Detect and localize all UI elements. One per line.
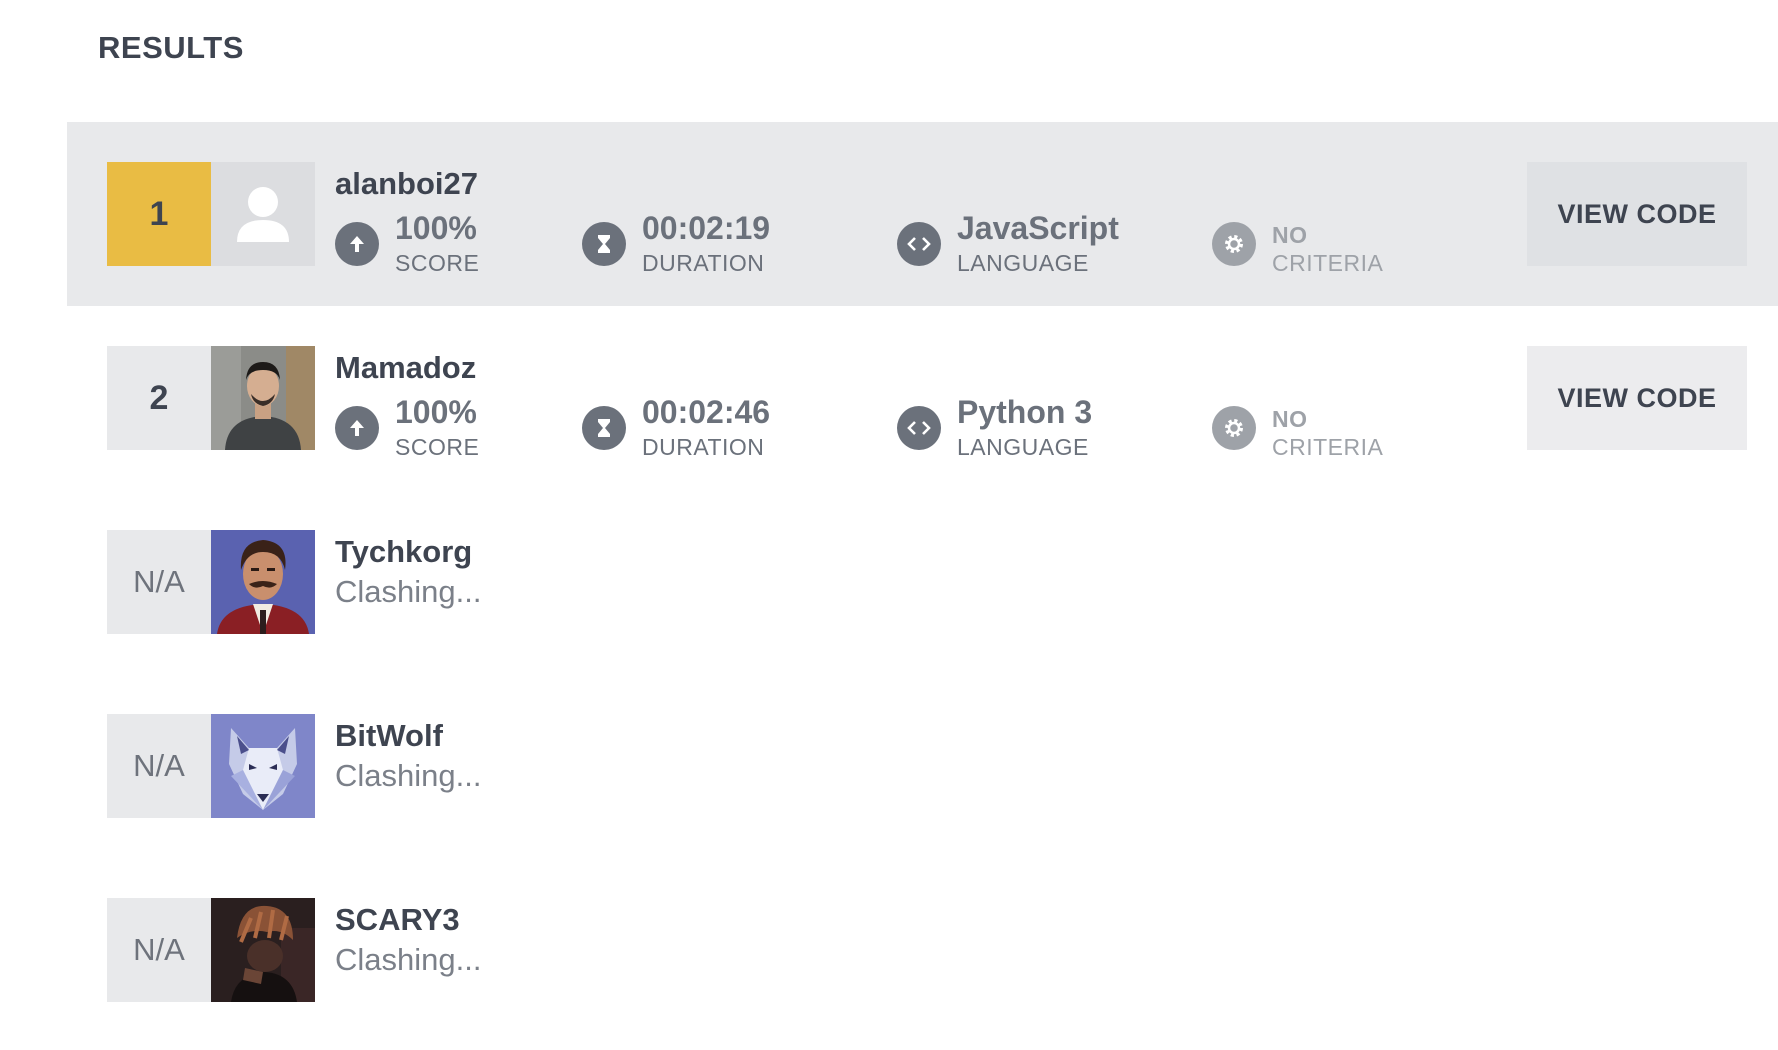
rank-badge: N/A	[107, 530, 211, 634]
rank-badge: 2	[107, 346, 211, 450]
hourglass-icon	[582, 406, 626, 450]
username[interactable]: alanboi27	[335, 166, 478, 202]
duration-label: DURATION	[642, 434, 765, 460]
language-value: JavaScript	[957, 210, 1119, 246]
avatar[interactable]	[211, 530, 315, 634]
status-text: Clashing...	[335, 574, 482, 609]
score-value: 100%	[395, 210, 477, 246]
avatar[interactable]	[211, 162, 315, 266]
avatar[interactable]	[211, 898, 315, 1002]
status-text: Clashing...	[335, 758, 482, 793]
code-icon	[897, 406, 941, 450]
avatar[interactable]	[211, 346, 315, 450]
username[interactable]: SCARY3	[335, 902, 460, 938]
duration-value: 00:02:19	[642, 210, 771, 246]
duration-value: 00:02:46	[642, 394, 771, 430]
result-row: N/A SCARY3 Clashing...	[67, 858, 1778, 1042]
dark-figure	[211, 898, 315, 1002]
username[interactable]: Mamadoz	[335, 350, 476, 386]
language-label: LANGUAGE	[957, 434, 1089, 460]
username[interactable]: Tychkorg	[335, 534, 472, 570]
view-code-button[interactable]: VIEW CODE	[1527, 162, 1747, 266]
language-value: Python 3	[957, 394, 1093, 430]
default-user-icon	[237, 187, 289, 242]
hourglass-icon	[582, 222, 626, 266]
rank-badge: N/A	[107, 714, 211, 818]
criteria-value: NO	[1272, 406, 1308, 432]
avatar[interactable]	[211, 714, 315, 818]
rank-badge: 1	[107, 162, 211, 266]
score-value: 100%	[395, 394, 477, 430]
criteria-label: CRITERIA	[1272, 250, 1384, 276]
language-label: LANGUAGE	[957, 250, 1089, 276]
criteria-value: NO	[1272, 222, 1308, 248]
rank-badge: N/A	[107, 898, 211, 1002]
portrait-mustache	[211, 530, 315, 634]
username[interactable]: BitWolf	[335, 718, 443, 754]
page-title: RESULTS	[98, 30, 244, 65]
status-text: Clashing...	[335, 942, 482, 977]
result-row: 2 Mamadoz 100% SCORE 00:02:46 DURATION P…	[67, 306, 1778, 490]
score-label: SCORE	[395, 250, 480, 276]
criteria-label: CRITERIA	[1272, 434, 1384, 460]
photo-man	[211, 346, 315, 450]
arrow-up-icon	[335, 406, 379, 450]
duration-label: DURATION	[642, 250, 765, 276]
score-label: SCORE	[395, 434, 480, 460]
view-code-button[interactable]: VIEW CODE	[1527, 346, 1747, 450]
wolf-art	[211, 714, 315, 818]
result-row: 1 alanboi27 100% SCORE 00:02:19 DURATION…	[67, 122, 1778, 306]
result-row: N/A Tychkorg Clashing...	[67, 490, 1778, 674]
code-icon	[897, 222, 941, 266]
result-row: N/A BitWolf Clashing...	[67, 674, 1778, 858]
arrow-up-icon	[335, 222, 379, 266]
gear-icon	[1212, 406, 1256, 450]
gear-icon	[1212, 222, 1256, 266]
